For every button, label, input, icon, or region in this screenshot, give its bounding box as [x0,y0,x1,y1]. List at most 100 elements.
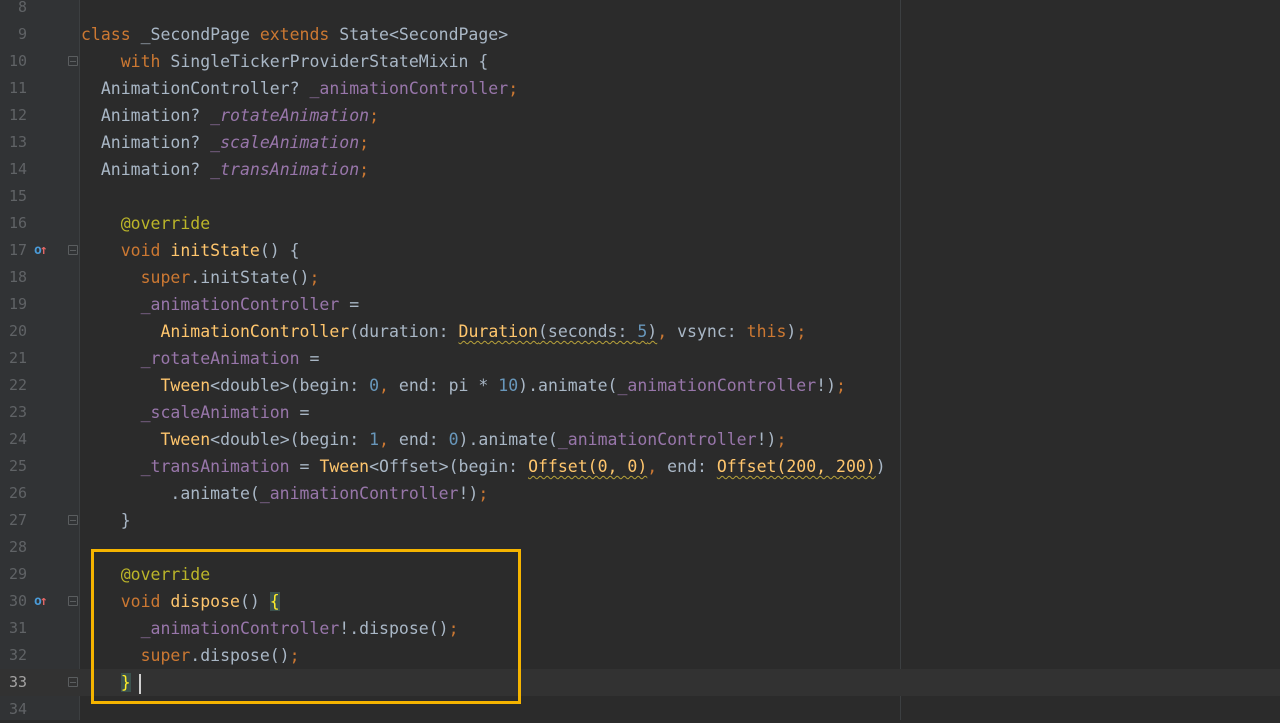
fold-toggle-icon[interactable] [68,596,78,606]
code-line[interactable]: 12 Animation? _rotateAnimation; [0,102,1280,129]
line-number: 26 [8,484,27,502]
code-line[interactable]: 8 [0,0,1280,21]
code-line[interactable]: 27 } [0,507,1280,534]
code-token: AnimationController [160,322,350,341]
code-token: _animationController [617,376,817,395]
code-token: Offset(200, 200) [716,457,876,476]
code-line[interactable]: 24 Tween<double>(begin: 1, end: 0).anima… [0,426,1280,453]
code-text: super.initState(); [81,264,320,291]
override-marker-icon[interactable]: o↑ [34,237,48,264]
line-number: 30 [8,592,27,610]
line-number: 27 [8,511,27,529]
code-line[interactable]: 13 Animation? _scaleAnimation; [0,129,1280,156]
code-token: void [120,241,171,260]
code-text: Animation? _rotateAnimation; [81,102,379,129]
fold-toggle-icon[interactable] [68,677,78,687]
code-text: Animation? _transAnimation; [81,156,369,183]
code-token: State<SecondPage> [329,25,509,44]
fold-toggle-icon[interactable] [68,56,78,66]
code-token: SingleTickerProviderStateMixin { [160,52,489,71]
line-number: 32 [8,646,27,664]
code-token: 0 [448,430,459,449]
code-token: ; [359,160,370,179]
code-token: } [120,511,131,530]
code-token: Tween [160,376,211,395]
code-text: AnimationController? _animationControlle… [81,75,518,102]
code-text: Tween<double>(begin: 0, end: pi * 10).an… [81,372,846,399]
code-line[interactable]: 9 class _SecondPage extends State<SecondP… [0,21,1280,48]
code-token: !) [756,430,777,449]
code-token: _animationController [259,484,459,503]
line-number: 18 [8,268,27,286]
code-token: _scaleAnimation [210,133,360,152]
code-line[interactable]: 16 @override [0,210,1280,237]
line-number: 15 [8,187,27,205]
code-token: <double>(begin: [210,430,370,449]
code-token: ; [836,376,846,395]
code-token: vsync: [667,322,747,341]
code-text: with SingleTickerProviderStateMixin { [81,48,489,75]
code-line[interactable]: 14 Animation? _transAnimation; [0,156,1280,183]
code-line[interactable]: 25 _transAnimation = Tween<Offset>(begin… [0,453,1280,480]
code-token: super [140,268,191,287]
code-line[interactable]: 20 AnimationController(duration: Duratio… [0,318,1280,345]
code-token: = [299,349,320,368]
code-token: , [647,457,658,476]
line-number: 17 [8,241,27,259]
code-token: end: [388,430,449,449]
code-line[interactable]: 11 AnimationController? _animationContro… [0,75,1280,102]
fold-toggle-icon[interactable] [68,515,78,525]
code-token: AnimationController? [100,79,310,98]
line-number: 9 [17,25,27,43]
code-token: Animation? [100,160,211,179]
code-token: 5 [637,322,648,341]
code-token: (seconds: [538,322,638,341]
code-line[interactable]: 26 .animate(_animationController!); [0,480,1280,507]
code-token: Tween [160,430,211,449]
code-token: _transAnimation [210,160,360,179]
code-token: 1 [369,430,380,449]
code-token: _rotateAnimation [140,349,300,368]
code-line[interactable]: 10 with SingleTickerProviderStateMixin { [0,48,1280,75]
line-number: 34 [8,700,27,718]
code-line[interactable]: 15 [0,183,1280,210]
code-token: ; [359,133,370,152]
code-text: AnimationController(duration: Duration(s… [81,318,806,345]
code-token: Animation? [100,133,211,152]
code-text: Animation? _scaleAnimation; [81,129,369,156]
code-token: ).animate( [518,376,618,395]
code-token: ; [478,484,489,503]
code-line[interactable]: 18 super.initState(); [0,264,1280,291]
code-token: end: pi * [388,376,499,395]
line-number: 13 [8,133,27,151]
code-line[interactable]: 23 _scaleAnimation = [0,399,1280,426]
code-text: _transAnimation = Tween<Offset>(begin: O… [81,453,886,480]
code-token: ; [369,106,380,125]
line-number: 25 [8,457,27,475]
code-token: = [289,457,320,476]
code-token: Offset(0, 0) [528,457,648,476]
code-token: !) [458,484,479,503]
code-line[interactable]: 21 _rotateAnimation = [0,345,1280,372]
code-token: , [379,376,389,395]
code-token: _transAnimation [140,457,290,476]
code-editor[interactable]: 8 9 class _SecondPage extends State<Second… [0,0,1280,720]
code-line[interactable]: 22 Tween<double>(begin: 0, end: pi * 10)… [0,372,1280,399]
fold-toggle-icon[interactable] [68,245,78,255]
code-line[interactable]: 19 _animationController = [0,291,1280,318]
override-marker-icon[interactable]: o↑ [34,588,48,615]
code-token: ; [309,268,320,287]
code-text: @override [81,210,210,237]
code-token: () { [259,241,300,260]
code-line[interactable]: 17 o↑ void initState() { [0,237,1280,264]
line-number: 8 [17,0,27,16]
